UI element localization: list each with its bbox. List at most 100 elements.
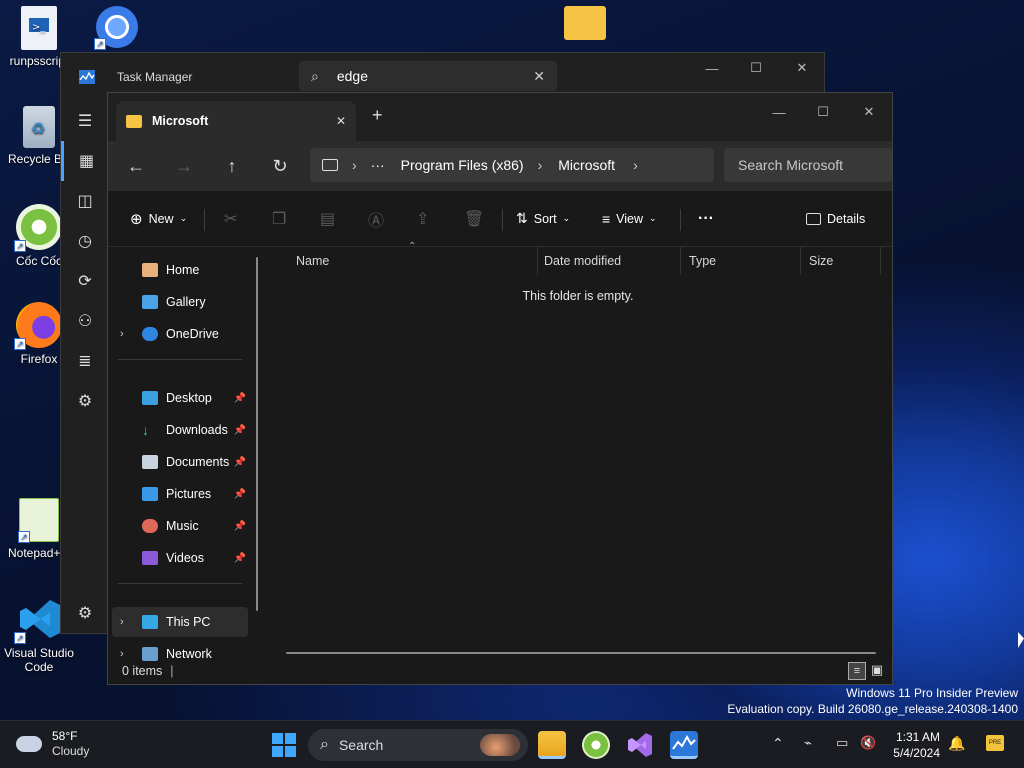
back-arrow-icon[interactable]: ← bbox=[112, 156, 160, 177]
nav-item-home[interactable]: Home bbox=[112, 255, 248, 285]
nav-pane-scrollbar[interactable] bbox=[256, 257, 258, 611]
more-options-button[interactable]: ··· bbox=[698, 210, 714, 228]
details-pane-button[interactable]: Details bbox=[806, 212, 865, 226]
clear-search-icon[interactable]: ✕ bbox=[533, 68, 545, 85]
search-highlight-icon bbox=[480, 734, 520, 756]
app-history-icon[interactable]: ◷ bbox=[61, 221, 109, 261]
nav-item-pictures[interactable]: Pictures 📌 bbox=[112, 479, 248, 509]
nav-item-documents[interactable]: Documents 📌 bbox=[112, 447, 248, 477]
taskbar-coccoc[interactable] bbox=[582, 731, 610, 759]
sort-button[interactable]: ⇅ Sort ⌄ bbox=[516, 210, 570, 227]
close-tab-icon[interactable]: ✕ bbox=[336, 114, 346, 128]
nav-item-label: Gallery bbox=[166, 295, 206, 309]
close-button[interactable]: ✕ bbox=[779, 53, 825, 83]
maximize-button[interactable]: ☐ bbox=[800, 97, 846, 127]
nav-divider bbox=[118, 359, 242, 360]
new-button-label: New bbox=[148, 211, 174, 226]
explorer-search-box[interactable]: Search Microsoft bbox=[724, 148, 892, 182]
rename-icon[interactable]: Ⓐ bbox=[368, 207, 384, 231]
pictures-icon bbox=[142, 487, 158, 501]
tiles-view-toggle-icon[interactable]: ▣ bbox=[868, 662, 886, 680]
view-button-label: View bbox=[616, 211, 644, 226]
explorer-search-input[interactable]: Search Microsoft bbox=[738, 157, 843, 173]
explorer-tab[interactable]: Microsoft ✕ bbox=[116, 101, 356, 141]
taskbar-file-explorer[interactable] bbox=[538, 731, 566, 759]
copy-icon[interactable]: ❐ bbox=[272, 209, 286, 229]
nav-item-gallery[interactable]: Gallery bbox=[112, 287, 248, 317]
nav-item-label: Desktop bbox=[166, 391, 212, 405]
shortcut-arrow-icon: ↗ bbox=[18, 531, 30, 543]
start-button[interactable] bbox=[270, 731, 298, 759]
nav-divider bbox=[118, 583, 242, 584]
show-hidden-icons-chevron-icon[interactable]: ⌃ bbox=[772, 735, 784, 752]
minimize-button[interactable]: — bbox=[756, 97, 802, 127]
display-icon[interactable]: ▭ bbox=[836, 735, 848, 751]
forward-arrow-icon[interactable]: → bbox=[160, 156, 208, 177]
nav-item-label: Documents bbox=[166, 455, 230, 469]
task-manager-search-input[interactable]: edge bbox=[337, 68, 533, 84]
share-icon[interactable]: ⇪ bbox=[416, 209, 429, 229]
taskbar-search-label: Search bbox=[338, 737, 384, 753]
view-button[interactable]: ≡ View ⌄ bbox=[602, 211, 657, 227]
startup-apps-icon[interactable]: ⟳ bbox=[61, 261, 109, 301]
status-divider: | bbox=[170, 664, 174, 678]
minimize-button[interactable]: — bbox=[689, 53, 735, 83]
up-arrow-icon[interactable]: ↑ bbox=[208, 156, 256, 177]
breadcrumb-segment[interactable]: Program Files (x86) bbox=[401, 157, 524, 173]
nav-item-this-pc[interactable]: › This PC bbox=[112, 607, 248, 637]
horizontal-scrollbar[interactable] bbox=[286, 652, 876, 654]
breadcrumb-more[interactable]: ··· bbox=[371, 157, 385, 173]
chevron-right-icon[interactable]: › bbox=[120, 616, 124, 628]
desktop-icon-chrome[interactable]: ↗ bbox=[78, 6, 156, 52]
column-header-type[interactable]: Type bbox=[681, 247, 801, 275]
weather-temperature: 58°F bbox=[52, 729, 78, 743]
home-icon bbox=[142, 263, 158, 277]
close-button[interactable]: ✕ bbox=[846, 97, 892, 127]
new-tab-button[interactable]: + bbox=[372, 105, 383, 126]
vscode-icon: ↗ bbox=[14, 596, 62, 644]
explorer-tab-title: Microsoft bbox=[152, 114, 209, 128]
breadcrumb-segment[interactable]: Microsoft bbox=[558, 157, 615, 173]
paste-icon[interactable]: ▤ bbox=[320, 209, 335, 229]
cut-icon[interactable]: ✂ bbox=[224, 209, 237, 229]
sort-icon: ⇅ bbox=[516, 210, 528, 226]
notification-bell-icon[interactable]: 🔔 bbox=[948, 735, 965, 752]
pre-release-badge-icon: PRE bbox=[986, 735, 1004, 751]
desktop-folder[interactable] bbox=[556, 6, 614, 44]
nav-item-music[interactable]: Music 📌 bbox=[112, 511, 248, 541]
maximize-button[interactable]: ☐ bbox=[733, 53, 779, 83]
taskbar-task-manager[interactable] bbox=[670, 731, 698, 759]
services-icon[interactable]: ⚙ bbox=[61, 381, 109, 421]
refresh-icon[interactable]: ↻ bbox=[256, 156, 304, 177]
column-header-size[interactable]: Size bbox=[801, 247, 881, 275]
nav-item-downloads[interactable]: ↓ Downloads 📌 bbox=[112, 415, 248, 445]
weather-widget[interactable]: 58°F Cloudy bbox=[16, 729, 89, 759]
plus-circle-icon: ⊕ bbox=[130, 210, 143, 228]
nav-item-videos[interactable]: Videos 📌 bbox=[112, 543, 248, 573]
details-view-toggle-icon[interactable]: ≡ bbox=[848, 662, 866, 680]
breadcrumb[interactable]: › ··· Program Files (x86) › Microsoft › bbox=[310, 148, 714, 182]
firefox-icon: ↗ bbox=[14, 302, 62, 350]
nav-item-label: Pictures bbox=[166, 487, 212, 501]
delete-icon[interactable]: 🗑 bbox=[464, 209, 484, 229]
new-button[interactable]: ⊕ New ⌄ bbox=[130, 210, 187, 228]
details-icon[interactable]: ≣ bbox=[61, 341, 109, 381]
taskbar-visual-studio[interactable] bbox=[626, 731, 654, 759]
users-icon[interactable]: ⚇ bbox=[61, 301, 109, 341]
clock[interactable]: 1:31 AM 5/4/2024 bbox=[888, 729, 940, 761]
processes-icon[interactable]: ▦ bbox=[61, 141, 109, 181]
column-header-date-modified[interactable]: Date modified bbox=[536, 247, 681, 275]
column-header-name[interactable]: Name bbox=[288, 247, 538, 275]
volume-muted-icon[interactable]: 🔇 bbox=[860, 735, 876, 751]
settings-gear-icon[interactable]: ⚙ bbox=[61, 593, 109, 633]
task-manager-search-box[interactable]: ⌕ edge ✕ bbox=[299, 61, 557, 91]
taskbar-search-box[interactable]: ⌕ Search bbox=[308, 729, 528, 761]
item-count: 0 items bbox=[122, 664, 163, 678]
nav-item-onedrive[interactable]: › OneDrive bbox=[112, 319, 248, 349]
hamburger-menu-icon[interactable]: ☰ bbox=[61, 101, 109, 141]
toolbar-divider bbox=[680, 209, 681, 231]
network-status-icon[interactable]: ⌁ bbox=[804, 735, 812, 751]
chevron-right-icon[interactable]: › bbox=[120, 328, 124, 340]
performance-icon[interactable]: ◫ bbox=[61, 181, 109, 221]
nav-item-desktop[interactable]: Desktop 📌 bbox=[112, 383, 248, 413]
